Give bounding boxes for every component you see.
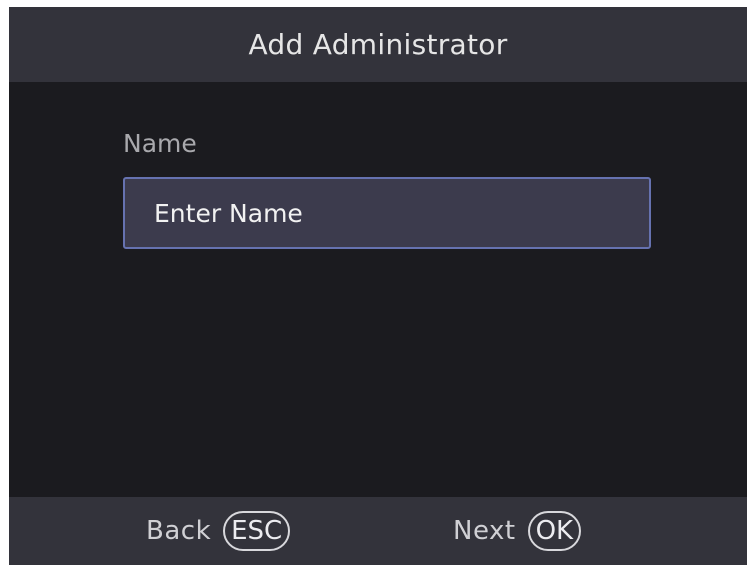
back-label: Back xyxy=(146,516,212,546)
device-screen: Add Administrator Name Enter Name Back E… xyxy=(9,7,747,565)
title-bar: Add Administrator xyxy=(9,7,747,82)
next-label: Next xyxy=(453,516,516,546)
name-input[interactable]: Enter Name xyxy=(123,177,651,249)
esc-key-badge: ESC xyxy=(223,511,291,551)
name-input-placeholder: Enter Name xyxy=(154,198,303,228)
next-button[interactable]: Next OK xyxy=(453,497,582,565)
page-title: Add Administrator xyxy=(248,28,508,61)
footer-bar: Back ESC Next OK xyxy=(9,497,747,565)
back-button[interactable]: Back ESC xyxy=(146,497,291,565)
form-area: Name Enter Name xyxy=(9,82,747,497)
name-field-label: Name xyxy=(123,129,197,158)
ok-key-badge: OK xyxy=(527,511,582,551)
